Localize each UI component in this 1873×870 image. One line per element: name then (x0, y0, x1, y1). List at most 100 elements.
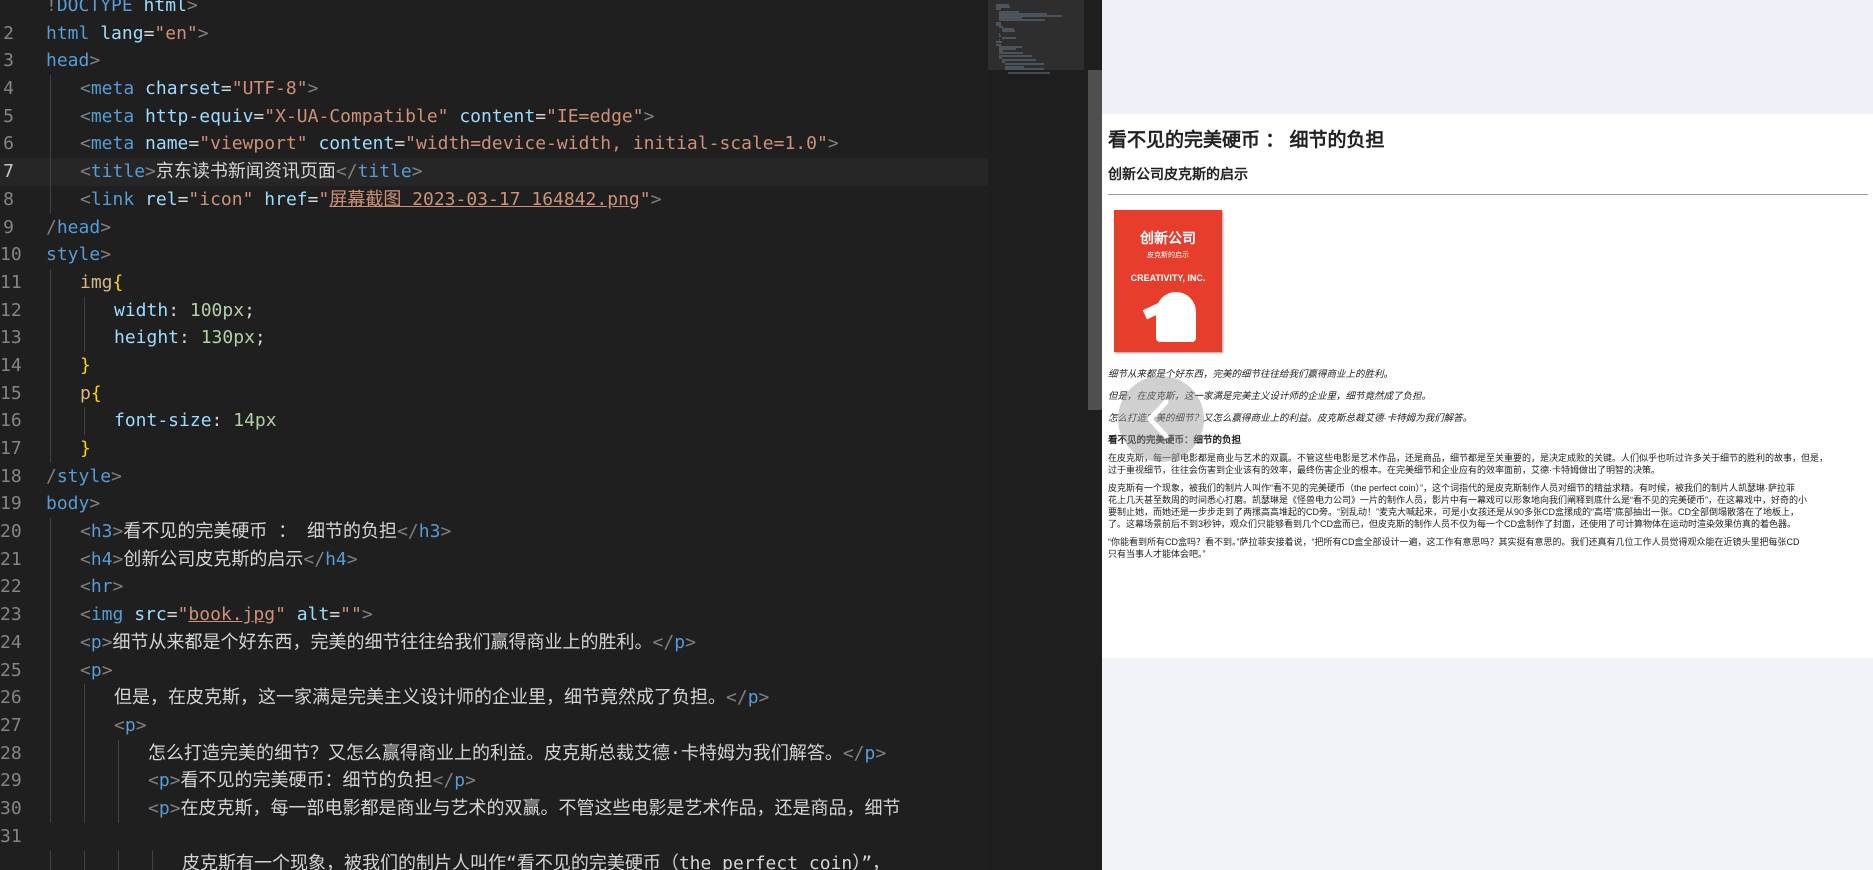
code-token: > (111, 465, 122, 487)
indent-guide (50, 379, 51, 408)
paragraph-3: 怎么打造完美的细节？又怎么赢得商业上的利益。皮克斯总裁艾德·卡特姆为我们解答。 (1108, 413, 1473, 424)
indent-guide (50, 102, 51, 131)
code-text: <p> (114, 712, 147, 740)
code-token: " (177, 604, 189, 626)
code-line[interactable]: 12 width: 100px; (0, 296, 988, 325)
code-token: </ (335, 161, 358, 183)
code-token: content (318, 133, 395, 155)
line-number: 18 (0, 465, 22, 487)
code-line[interactable]: 7 <title>京东读书新闻资讯页面</title> (0, 158, 988, 186)
code-token: ; (244, 299, 255, 321)
code-token: lang (100, 22, 144, 44)
paragraph-7-line-1: “你能看到所有CD盒吗？看不到。”萨拉菲安接着说，“把所有CD盒全部设计一遍，这… (1108, 537, 1800, 547)
book-subtitle: 皮克斯的启示 (1147, 252, 1189, 259)
code-line[interactable]: 19 body> (0, 490, 988, 518)
line-number: 11 (0, 271, 22, 293)
code-text: img{ (80, 269, 123, 297)
code-line[interactable]: 24 <p>细节从来都是个好东西，完美的细节往往给我们赢得商业上的胜利。</p> (0, 628, 988, 657)
code-text: 怎么打造完美的细节？又怎么赢得商业上的利益。皮克斯总裁艾德·卡特姆为我们解答。<… (148, 740, 886, 768)
code-line[interactable]: 23 <img src="book.jpg" alt=""> (0, 601, 988, 629)
browser-preview[interactable]: 看不见的完美硬币 ： 细节的负担 创新公司皮克斯的启示 创新公司 皮克斯的启示 … (1102, 0, 1873, 870)
code-token: alt (296, 604, 330, 626)
code-token: > (112, 576, 124, 598)
code-text: <meta name="viewport" content="width=dev… (80, 130, 839, 158)
code-token: title (357, 161, 412, 183)
indent-guide (84, 711, 85, 740)
code-line[interactable]: 28 怎么打造完美的细节？又怎么赢得商业上的利益。皮克斯总裁艾德·卡特姆为我们解答… (0, 739, 988, 768)
code-line[interactable]: 10 style> (0, 241, 988, 269)
code-line[interactable]: 30 <p>在皮克斯，每一部电影都是商业与艺术的双赢。不管这些电影是艺术作品，还是… (0, 794, 988, 823)
line-number: 12 (0, 299, 22, 321)
code-token: / (46, 465, 57, 487)
code-line[interactable]: 26 但是，在皮克斯，这一家满是完美主义设计师的企业里，细节竟然成了负担。</p> (0, 684, 988, 712)
code-line[interactable]: !DOCTYPE html> (0, 0, 988, 20)
code-token: > (112, 548, 124, 570)
code-token: > (875, 742, 887, 764)
line-number: 22 (0, 576, 22, 598)
code-token: > (361, 604, 373, 626)
code-token: content (459, 105, 536, 127)
code-token: html (143, 0, 187, 16)
code-token: 怎么打造完美的细节？又怎么赢得商业上的利益。皮克斯总裁艾德·卡特姆为我们解答。 (148, 742, 843, 764)
code-line[interactable]: 16 font-size: 14px (0, 407, 988, 435)
code-lines[interactable]: !DOCTYPE html> 2 html lang="en"> 3 head> 4 <me… (0, 0, 988, 870)
editor-scroll-thumb[interactable] (1088, 70, 1102, 410)
code-line[interactable]: 31 (0, 823, 988, 851)
code-token: < (80, 161, 91, 183)
code-line[interactable]: 4 <meta charset="UTF-8"> (0, 75, 988, 103)
code-line[interactable]: 5 <meta http-equiv="X-UA-Compatible" cont… (0, 102, 988, 131)
code-text: /head> (46, 214, 111, 242)
code-text: <h3>看不见的完美硬币 ： 细节的负担</h3> (80, 518, 451, 546)
code-line[interactable]: 6 <meta name="viewport" content="width=de… (0, 130, 988, 159)
back-arrow-icon[interactable] (1118, 376, 1204, 462)
code-line[interactable]: 20 <h3>看不见的完美硬币 ： 细节的负担</h3> (0, 518, 988, 546)
code-token: > (100, 216, 112, 238)
code-line[interactable]: 18/style> (0, 463, 988, 491)
code-line[interactable]: 17} (0, 435, 988, 463)
book-figure-illustration (1156, 292, 1196, 342)
code-text: height: 130px; (114, 324, 266, 352)
code-token: </ (303, 548, 326, 570)
code-line[interactable]: 9/head> (0, 214, 988, 242)
code-token: : (211, 410, 234, 432)
minimap[interactable] (988, 0, 1088, 870)
code-line[interactable]: 27 <p> (0, 711, 988, 740)
code-line[interactable]: 21 <h4>创新公司皮克斯的启示</h4> (0, 545, 988, 574)
code-token: h4 (90, 548, 113, 570)
code-line[interactable]: 29 <p>看不见的完美硬币：细节的负担</p> (0, 767, 988, 795)
code-text: width: 100px; (114, 297, 255, 325)
code-token: = (307, 188, 319, 210)
code-line[interactable]: 11 img{ (0, 268, 988, 297)
code-token: title (90, 161, 146, 183)
indent-guide (50, 545, 51, 574)
code-token: p (124, 714, 136, 736)
line-number: 8 (3, 188, 14, 210)
code-token: p (864, 742, 876, 764)
code-line[interactable]: 15 p{ (0, 379, 988, 408)
indent-guide (50, 573, 51, 602)
minimap-line (1008, 72, 1051, 75)
indent-guide (50, 158, 51, 186)
code-text: 但是，在皮克斯，这一家满是完美主义设计师的企业里，细节竟然成了负担。</p> (114, 684, 769, 712)
code-editor[interactable]: !DOCTYPE html> 2 html lang="en"> 3 head> 4 <me… (0, 0, 988, 870)
code-line[interactable]: 14} (0, 351, 988, 380)
code-token: < (80, 521, 91, 543)
code-token: > (100, 244, 112, 266)
code-line[interactable]: 25 <p> (0, 656, 988, 685)
code-line[interactable]: 3 head> (0, 47, 988, 75)
line-number: 31 (0, 825, 22, 847)
code-line[interactable]: 13 height: 130px; (0, 324, 988, 352)
code-line[interactable]: 8 <link rel="icon" href="屏幕截图 2023-03-17 … (0, 185, 988, 214)
code-line[interactable]: 皮克斯有一个现象，被我们的制片人叫作“看不见的完美硬币（the perfect … (0, 850, 988, 870)
indent-guide (50, 739, 51, 768)
code-line[interactable]: 22 <hr> (0, 573, 988, 602)
code-token: "width=device-width, initial-scale=1.0" (405, 133, 828, 155)
minimap-slider[interactable] (988, 0, 1084, 70)
code-token: = (394, 133, 406, 155)
code-token: p (158, 797, 170, 819)
code-token: </ (842, 742, 865, 764)
code-line[interactable]: 2 html lang="en"> (0, 20, 988, 48)
